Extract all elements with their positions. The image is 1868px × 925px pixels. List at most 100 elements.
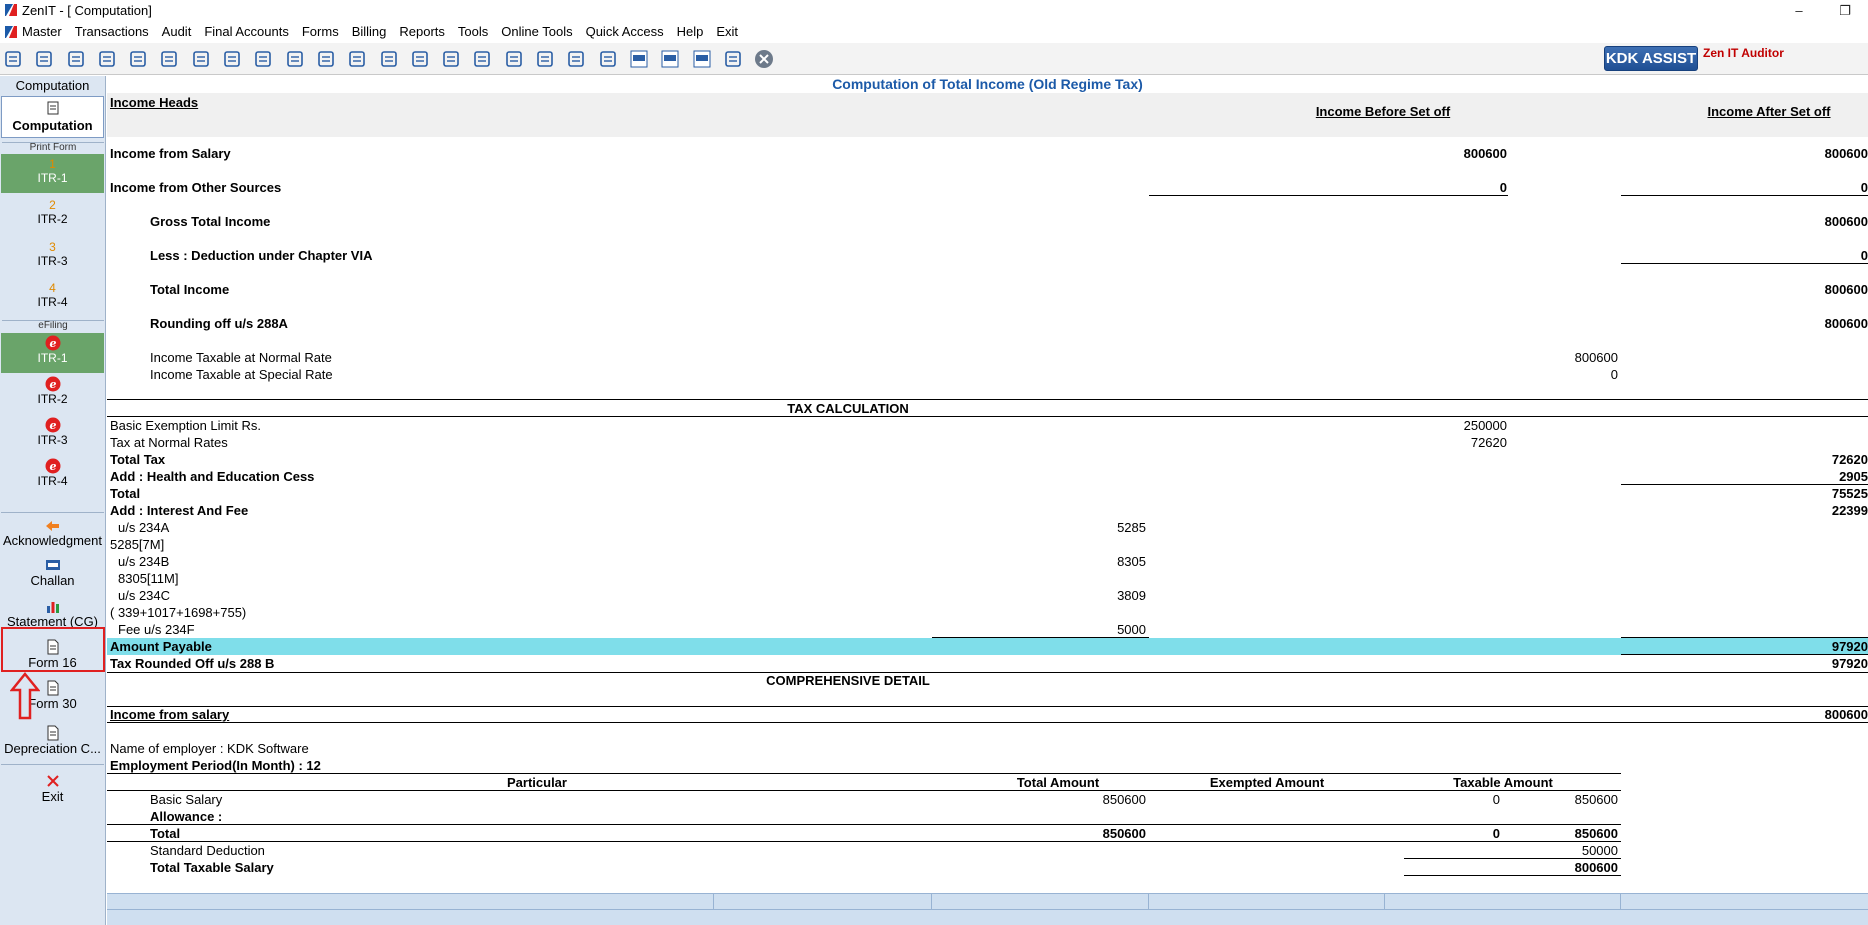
pin-icon[interactable] — [190, 47, 212, 71]
gti-value: 800600 — [1824, 214, 1868, 229]
restore-button[interactable]: ❐ — [1822, 0, 1868, 21]
total-tax-label: Total Tax — [110, 452, 166, 467]
challan-button[interactable]: Challan — [1, 553, 104, 593]
filter-icon[interactable] — [221, 47, 243, 71]
efiling-itr-1-label: ITR-1 — [37, 351, 68, 365]
tax-icon[interactable] — [252, 47, 274, 71]
epay-icon[interactable] — [378, 47, 400, 71]
window-title: ZenIT - [ Computation] — [22, 3, 152, 18]
disc-icon[interactable] — [284, 47, 306, 71]
salary-after-value: 800600 — [1824, 146, 1868, 161]
exit-button[interactable]: Exit — [1, 764, 104, 808]
print-itr-1-number: 1 — [49, 157, 56, 171]
pie-icon[interactable] — [346, 47, 368, 71]
efiling-itr-1[interactable]: e ITR-1 — [1, 333, 104, 373]
basic-salary-taxable: 850600 — [1574, 792, 1618, 807]
menu-billing[interactable]: Billing — [352, 24, 387, 39]
deduction-label: Less : Deduction under Chapter VIA — [150, 248, 373, 263]
3cd-icon[interactable] — [691, 47, 713, 71]
table-total-bottom-line — [107, 841, 1621, 842]
header-band — [107, 93, 1868, 137]
total-income-value: 800600 — [1824, 282, 1868, 297]
toolbar — [0, 43, 1868, 75]
computation-icon — [47, 101, 58, 115]
building-icon[interactable] — [65, 47, 87, 71]
minimize-button[interactable]: – — [1776, 0, 1822, 21]
home-icon[interactable] — [33, 47, 55, 71]
close-circle-icon[interactable] — [753, 47, 775, 71]
calculator-icon[interactable] — [315, 47, 337, 71]
after-underline-2 — [1621, 263, 1868, 264]
users-icon[interactable] — [158, 47, 180, 71]
challan-label: Challan — [30, 573, 75, 588]
footer-cell — [1621, 894, 1868, 910]
income-heads-heading: Income Heads — [110, 95, 199, 110]
efiling-e-icon: e — [45, 417, 60, 433]
efiling-itr-3[interactable]: e ITR-3 — [1, 417, 104, 457]
cess-value: 2905 — [1839, 469, 1868, 484]
folder-search-icon[interactable] — [597, 47, 619, 71]
info-icon[interactable] — [440, 47, 462, 71]
challan-icon — [45, 560, 60, 570]
salary-section-line — [107, 722, 1868, 723]
print-itr-3[interactable]: 3 ITR-3 — [1, 240, 104, 279]
gift-icon[interactable] — [127, 47, 149, 71]
menu-tools[interactable]: Tools — [458, 24, 488, 39]
menu-master[interactable]: Master — [22, 24, 62, 39]
tax-rounded-value: 97920 — [1831, 656, 1868, 671]
efiling-e-icon: e — [45, 458, 60, 474]
sheet-icon[interactable] — [722, 47, 744, 71]
report-icon[interactable] — [471, 47, 493, 71]
bs-icon[interactable] — [628, 47, 650, 71]
kdk-assist-button[interactable]: KDK ASSIST — [1604, 46, 1698, 71]
print-itr-4-label: ITR-4 — [37, 295, 68, 309]
footer-grid-bar — [107, 893, 1868, 925]
efiling-itr-2[interactable]: e ITR-2 — [1, 376, 104, 416]
basic-salary-total: 850600 — [1102, 792, 1146, 807]
print-itr-3-label: ITR-3 — [37, 254, 68, 268]
salary-before-value: 800600 — [1463, 146, 1507, 161]
acknowledgment-button[interactable]: Acknowledgment — [1, 512, 104, 552]
menu-final-accounts[interactable]: Final Accounts — [204, 24, 289, 39]
efiling-itr-4[interactable]: e ITR-4 — [1, 458, 104, 498]
depreciation-button[interactable]: Depreciation C... — [1, 717, 104, 761]
total-taxable-salary-label: Total Taxable Salary — [150, 860, 274, 875]
th-particular: Particular — [507, 775, 567, 790]
print-itr-2[interactable]: 2 ITR-2 — [1, 198, 104, 237]
fee-234f-label: Fee u/s 234F — [118, 622, 195, 637]
doc-edit-icon[interactable] — [503, 47, 525, 71]
calendar-icon[interactable] — [534, 47, 556, 71]
u234a-detail: 5285[7M] — [110, 537, 165, 552]
zen-it-auditor-link[interactable]: Zen IT Auditor — [1703, 46, 1784, 60]
menu-reports[interactable]: Reports — [399, 24, 445, 39]
menu-forms[interactable]: Forms — [302, 24, 339, 39]
table-total-taxable: 850600 — [1574, 826, 1618, 841]
th-taxable-amount: Taxable Amount — [1453, 775, 1553, 790]
bs-alt-icon[interactable] — [659, 47, 681, 71]
zenit-logo-icon — [5, 4, 17, 16]
print-itr-4-number: 4 — [49, 281, 56, 295]
menu-audit[interactable]: Audit — [162, 24, 192, 39]
menu-help[interactable]: Help — [677, 24, 704, 39]
special-rate-value: 0 — [1610, 367, 1618, 382]
efiling-itr-2-label: ITR-2 — [37, 392, 68, 406]
chart-icon[interactable] — [96, 47, 118, 71]
computation-panel: Computation of Total Income (Old Regime … — [107, 76, 1868, 925]
print-itr-4[interactable]: 4 ITR-4 — [1, 281, 104, 320]
svg-text:e: e — [49, 337, 56, 350]
form30-icon — [47, 680, 58, 696]
comprehensive-bottom-line — [107, 706, 1868, 707]
sidebar-computation-button[interactable]: Computation — [1, 96, 104, 138]
svg-text:e: e — [49, 460, 56, 473]
print-itr-1[interactable]: 1 ITR-1 — [1, 154, 104, 193]
sidebar-header: Computation — [15, 78, 90, 93]
doc-icon[interactable] — [2, 47, 24, 71]
amount-payable-value: 97920 — [1831, 639, 1868, 654]
footer-cell — [1149, 894, 1385, 910]
menu-quick-access[interactable]: Quick Access — [586, 24, 664, 39]
book-icon[interactable] — [409, 47, 431, 71]
menu-online-tools[interactable]: Online Tools — [501, 24, 572, 39]
menu-transactions[interactable]: Transactions — [75, 24, 149, 39]
menu-exit[interactable]: Exit — [716, 24, 738, 39]
folder-add-icon[interactable] — [565, 47, 587, 71]
